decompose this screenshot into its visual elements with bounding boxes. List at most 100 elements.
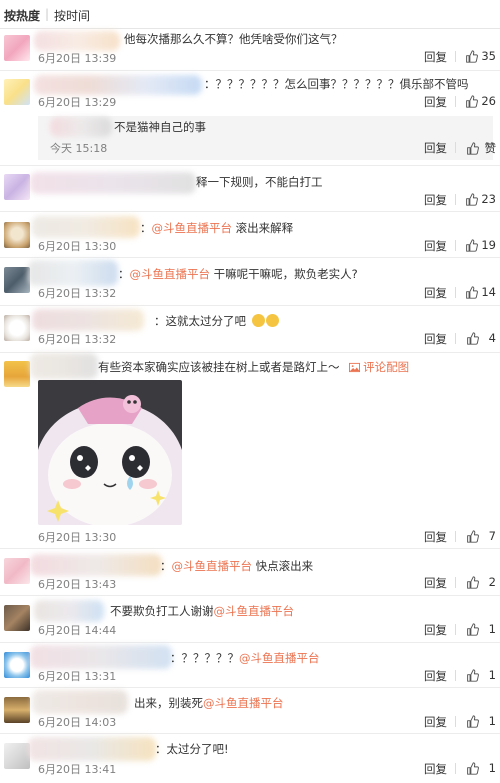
like-button[interactable]: 1: [466, 761, 496, 775]
like-button[interactable]: 19: [465, 238, 496, 252]
comment-time: 6月20日 13:41: [38, 763, 117, 776]
thumbs-up-icon: [465, 238, 479, 252]
like-count: 2: [488, 575, 496, 589]
like-button[interactable]: 35: [465, 49, 496, 63]
comment-item: ：@斗鱼直播平台 快点滚出来 6月20日 13:43 回复 2: [0, 549, 500, 596]
comment-text: 不要欺负打工人谢谢@斗鱼直播平台: [110, 604, 295, 618]
comment-actions: 回复 1: [300, 622, 500, 638]
like-button[interactable]: 2: [466, 575, 496, 589]
sort-by-hot-tab[interactable]: 按热度: [4, 7, 40, 24]
sub-reply-text: 不是猫神自己的事: [114, 120, 206, 134]
user-avatar[interactable]: [4, 697, 30, 723]
grinning-emoji-icon: [251, 314, 265, 327]
like-button[interactable]: 1: [466, 668, 496, 682]
sub-reply: 不是猫神自己的事 今天 15:18 回复 赞: [38, 116, 496, 160]
like-button[interactable]: 赞: [466, 140, 496, 156]
sort-by-time-tab[interactable]: 按时间: [54, 7, 90, 24]
blurred-username: [30, 645, 172, 669]
comment-text: 他每次播那么久不算？他凭啥受你们这气？: [124, 32, 343, 46]
like-count: 23: [481, 192, 496, 206]
reply-button[interactable]: 回复: [424, 140, 447, 156]
blurred-username: [32, 690, 128, 714]
thumbs-up-icon: [465, 285, 479, 299]
reply-button[interactable]: 回复: [424, 94, 447, 110]
action-divider: [455, 763, 456, 774]
reply-button[interactable]: 回复: [424, 668, 447, 684]
sort-divider: |: [45, 7, 50, 21]
user-avatar[interactable]: [4, 79, 30, 105]
reply-button[interactable]: 回复: [424, 575, 447, 591]
comment-actions: 回复 14: [300, 285, 500, 301]
thumbs-up-icon: [466, 529, 479, 543]
like-button[interactable]: 1: [466, 622, 496, 636]
like-count: 35: [481, 49, 496, 63]
user-avatar[interactable]: [4, 652, 30, 678]
reply-button[interactable]: 回复: [424, 331, 447, 347]
sort-bar: 按热度 | 按时间: [0, 0, 500, 29]
like-button[interactable]: 4: [466, 331, 496, 345]
like-count: 1: [488, 714, 496, 728]
user-avatar[interactable]: [4, 315, 30, 341]
like-count: 14: [481, 285, 496, 299]
user-avatar[interactable]: [4, 174, 30, 200]
comment-actions: 回复 4: [300, 331, 500, 347]
like-count: 19: [481, 238, 496, 252]
comment-actions: 回复 1: [300, 714, 500, 730]
comment-item: 出来，别装死@斗鱼直播平台 6月20日 14:03 回复 1: [0, 688, 500, 734]
reply-button[interactable]: 回复: [424, 761, 447, 777]
comment-item: ：@斗鱼直播平台 干嘛呢干嘛呢，欺负老实人? 6月20日 13:32 回复 14: [0, 258, 500, 306]
grinning-emoji-icon: [265, 314, 279, 327]
like-count: 4: [488, 331, 496, 345]
reply-button[interactable]: 回复: [424, 714, 447, 730]
like-button[interactable]: 7: [466, 529, 496, 543]
thumbs-up-icon: [465, 192, 479, 206]
user-avatar[interactable]: [4, 605, 30, 631]
comment-text: ：这就太过分了吧: [154, 313, 279, 329]
comment-actions: 回复 2: [300, 575, 500, 591]
comment-image[interactable]: [38, 380, 182, 525]
action-divider: [455, 624, 456, 635]
mention-link[interactable]: @斗鱼直播平台: [172, 559, 253, 573]
user-avatar[interactable]: [4, 35, 30, 61]
thumbs-up-icon: [466, 141, 479, 155]
blurred-username: [34, 31, 120, 51]
comment-time: 6月20日 13:32: [38, 333, 117, 346]
like-count: 7: [488, 529, 496, 543]
user-avatar[interactable]: [4, 361, 30, 387]
user-avatar[interactable]: [4, 267, 30, 293]
comment-actions: 回复 1: [300, 668, 500, 684]
like-button[interactable]: 26: [465, 94, 496, 108]
comment-text: ：？？？？？@斗鱼直播平台: [170, 651, 320, 665]
user-avatar[interactable]: [4, 743, 30, 769]
mention-link[interactable]: @斗鱼直播平台: [239, 651, 320, 665]
comment-actions: 回复 35: [300, 49, 500, 65]
thumbs-up-icon: [466, 331, 479, 345]
like-button[interactable]: 23: [465, 192, 496, 206]
reply-button[interactable]: 回复: [424, 529, 447, 545]
reply-button[interactable]: 回复: [424, 49, 447, 65]
mention-link[interactable]: @斗鱼直播平台: [152, 221, 233, 235]
like-button[interactable]: 1: [466, 714, 496, 728]
like-count: 1: [488, 622, 496, 636]
comment-item: 他每次播那么久不算？他凭啥受你们这气？ 6月20日 13:39 回复 35: [0, 28, 500, 71]
mention-link[interactable]: @斗鱼直播平台: [130, 267, 211, 281]
thumbs-up-icon: [466, 668, 479, 682]
comment-time: 6月20日 13:30: [38, 531, 117, 544]
reply-button[interactable]: 回复: [424, 285, 447, 301]
reply-button[interactable]: 回复: [424, 622, 447, 638]
comment-time: 6月20日 13:31: [38, 670, 117, 683]
mention-link[interactable]: @斗鱼直播平台: [203, 696, 284, 710]
reply-button[interactable]: 回复: [424, 192, 447, 208]
reply-button[interactable]: 回复: [424, 238, 447, 254]
like-button[interactable]: 14: [465, 285, 496, 299]
mention-link[interactable]: @斗鱼直播平台: [214, 604, 295, 618]
user-avatar[interactable]: [4, 558, 30, 584]
user-avatar[interactable]: [4, 222, 30, 248]
view-image-link[interactable]: 评论配图: [349, 360, 409, 374]
comment-actions: 回复 23: [300, 192, 500, 208]
blurred-username: [50, 117, 112, 137]
comment-item: 不要欺负打工人谢谢@斗鱼直播平台 6月20日 14:44 回复 1: [0, 596, 500, 643]
comment-item: ：@斗鱼直播平台 滚出来解释 6月20日 13:30 回复 19: [0, 212, 500, 258]
comment-item: ：太过分了吧! 6月20日 13:41 回复 1: [0, 734, 500, 783]
action-divider: [455, 194, 456, 205]
